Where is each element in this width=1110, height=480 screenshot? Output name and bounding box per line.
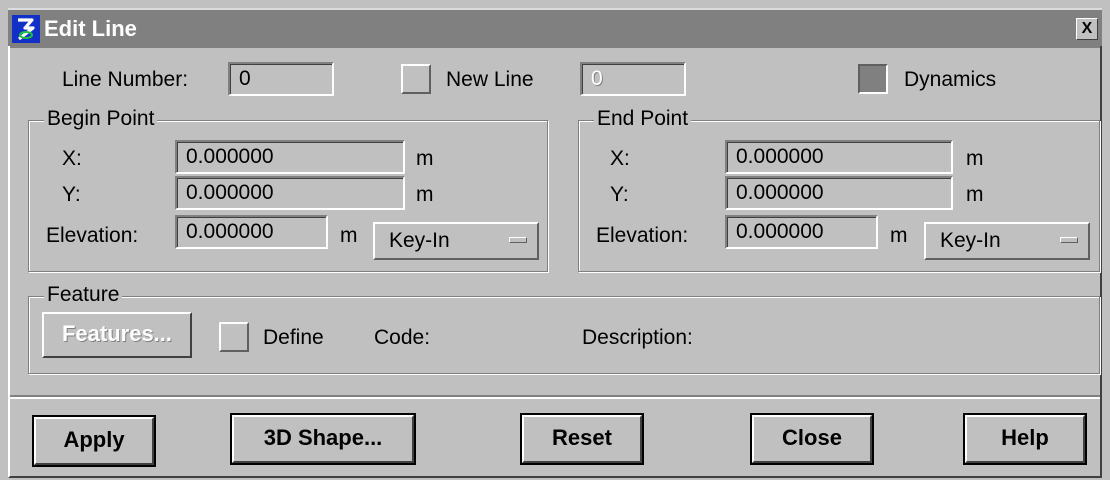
title-bar[interactable]: Edit Line X [8,8,1102,48]
close-icon: X [1081,20,1093,37]
end-y-field[interactable]: 0.000000 [725,176,953,210]
line-number-field[interactable]: 0 [228,62,334,96]
option-menu-indicator-icon [1060,237,1078,243]
begin-y-unit: m [416,183,434,206]
3d-shape-button[interactable]: 3D Shape... [230,413,416,465]
end-point-title: End Point [594,107,692,131]
description-label: Description: [582,326,693,349]
begin-y-label: Y: [62,183,81,206]
end-elevation-unit: m [890,224,908,247]
begin-x-label: X: [62,147,82,170]
end-x-label: X: [610,147,630,170]
code-label: Code: [374,326,431,349]
begin-elevation-field[interactable]: 0.000000 [175,215,328,249]
begin-elevation-unit: m [340,224,358,247]
begin-point-title: Begin Point [44,107,158,131]
reset-button[interactable]: Reset [520,413,644,465]
end-y-label: Y: [610,183,629,206]
define-checkbox[interactable] [219,322,249,352]
end-y-unit: m [966,183,984,206]
dynamics-checkbox[interactable] [858,64,888,94]
end-x-unit: m [966,147,984,170]
begin-y-field[interactable]: 0.000000 [175,176,405,210]
new-line-checkbox[interactable] [401,64,431,94]
apply-button[interactable]: Apply [32,415,156,467]
button-separator [10,395,1100,399]
begin-mode-value: Key-In [389,229,450,252]
option-menu-indicator-icon [509,237,527,243]
help-button[interactable]: Help [963,413,1087,465]
dynamics-label: Dynamics [904,68,997,91]
end-x-field[interactable]: 0.000000 [725,140,953,174]
feature-title: Feature [44,283,123,307]
define-label: Define [263,326,324,349]
new-line-number-field: 0 [580,62,686,96]
begin-elevation-label: Elevation: [46,224,139,247]
begin-mode-option-menu[interactable]: Key-In [373,222,539,260]
line-number-label: Line Number: [62,68,189,91]
app-logo-icon [12,15,40,43]
begin-x-field[interactable]: 0.000000 [175,140,405,174]
close-button[interactable]: Close [750,413,874,465]
begin-x-unit: m [416,147,434,170]
close-window-button[interactable]: X [1076,18,1098,40]
end-elevation-field[interactable]: 0.000000 [725,215,878,249]
end-elevation-label: Elevation: [596,224,689,247]
end-mode-option-menu[interactable]: Key-In [924,222,1090,260]
end-mode-value: Key-In [940,229,1001,252]
window-title: Edit Line [44,16,137,41]
new-line-label: New Line [446,68,534,91]
features-button[interactable]: Features... [42,312,192,358]
